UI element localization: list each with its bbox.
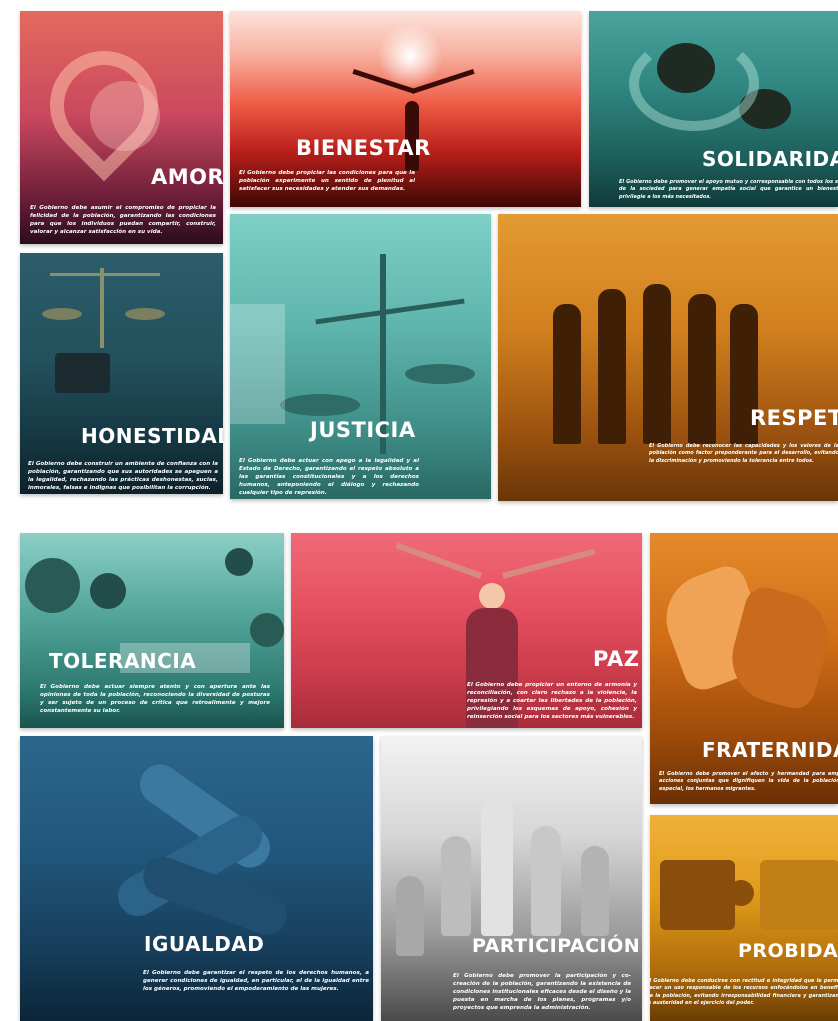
tile-title: AMOR xyxy=(151,165,223,189)
tile-title: PARTICIPACIÓN xyxy=(472,935,641,957)
tile-title: BIENESTAR xyxy=(296,136,431,160)
tile-title: FRATERNIDAD xyxy=(702,738,838,762)
tile-probidad[interactable]: PROBIDAD El Gobierno debe conducirse con… xyxy=(650,815,838,1021)
tile-honestidad[interactable]: HONESTIDAD El Gobierno debe construir un… xyxy=(20,253,223,494)
tile-title: IGUALDAD xyxy=(144,932,265,956)
group-silhouette xyxy=(553,304,581,444)
people-shape xyxy=(25,558,80,613)
tile-description: El Gobierno debe promover el apoyo mutuo… xyxy=(619,179,838,200)
tile-tolerancia[interactable]: TOLERANCIA El Gobierno debe actuar siemp… xyxy=(20,533,284,728)
tile-title: HONESTIDAD xyxy=(81,424,223,448)
raised-hands-shape xyxy=(441,836,471,936)
tile-description: El Gobierno debe promover el afecto y he… xyxy=(659,771,838,792)
tile-fraternidad[interactable]: FRATERNIDAD El Gobierno debe promover el… xyxy=(650,533,838,804)
tile-description: El Gobierno debe construir un ambiente d… xyxy=(28,461,218,492)
tile-description: El Gobierno debe asumir el compromiso de… xyxy=(30,205,216,236)
tile-title: TOLERANCIA xyxy=(49,649,197,673)
person-shape xyxy=(479,583,505,609)
tile-title: JUSTICIA xyxy=(310,418,416,442)
tile-paz[interactable]: PAZ El Gobierno debe propiciar un entorn… xyxy=(291,533,642,728)
tile-title: PAZ xyxy=(593,647,640,671)
tile-amor[interactable]: AMOR El Gobierno debe asumir el compromi… xyxy=(20,11,223,244)
tile-title: PROBIDAD xyxy=(738,940,838,962)
tile-description: El Gobierno debe propiciar las condicion… xyxy=(239,170,415,193)
tile-description: El Gobierno debe propiciar un entorno de… xyxy=(467,682,637,721)
tile-description: El Gobierno debe garantizar el respeto d… xyxy=(143,970,369,993)
tile-justicia[interactable]: JUSTICIA El Gobierno debe actuar con ape… xyxy=(230,214,491,499)
tile-respeto[interactable]: RESPETO El Gobierno debe reconocer las c… xyxy=(498,214,838,501)
tile-description: El Gobierno debe promover la participaci… xyxy=(453,973,631,1012)
puzzle-piece-icon xyxy=(660,860,735,930)
tile-description: El Gobierno debe actuar con apego a la l… xyxy=(239,458,419,497)
tile-title: RESPETO xyxy=(750,406,838,430)
scales-icon xyxy=(100,268,104,348)
tile-igualdad[interactable]: IGUALDAD El Gobierno debe garantizar el … xyxy=(20,736,373,1021)
tile-description: El Gobierno debe actuar siempre atento y… xyxy=(40,684,270,715)
tile-bienestar[interactable]: BIENESTAR El Gobierno debe propiciar las… xyxy=(230,11,581,207)
tile-participacion[interactable]: PARTICIPACIÓN El Gobierno debe promover … xyxy=(381,736,642,1021)
honestidad-image xyxy=(20,253,223,494)
tile-solidaridad[interactable]: SOLIDARIDAD El Gobierno debe promover el… xyxy=(589,11,838,207)
tile-description: El Gobierno debe reconocer las capacidad… xyxy=(649,443,838,464)
tile-title: SOLIDARIDAD xyxy=(702,147,838,171)
tile-description: El Gobierno debe conducirse con rectitud… xyxy=(650,978,838,1006)
